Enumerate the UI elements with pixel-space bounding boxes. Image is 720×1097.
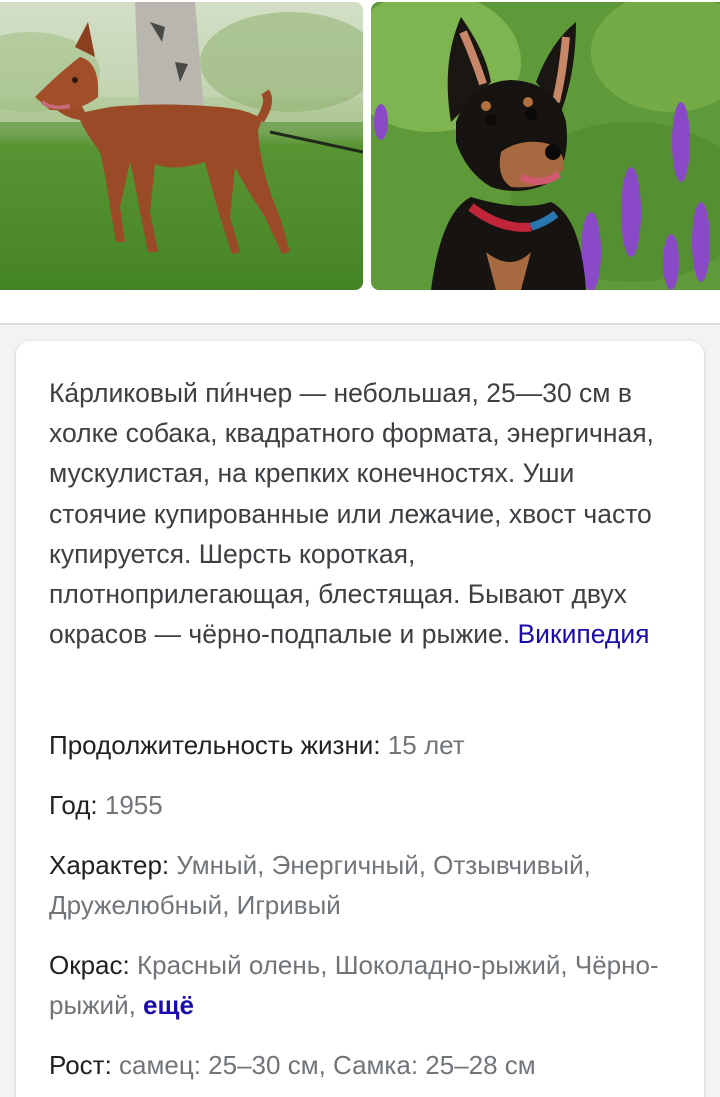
fact-coat-color: Окрас: Красный олень, Шоколадно-рыжий, Ч… [49,945,679,1025]
more-colors-link[interactable]: ещё [143,990,194,1020]
description-text: Ка́рликовый пи́нчер — небольшая, 25—30 с… [49,378,654,650]
fact-label: Окрас: [49,950,130,980]
fact-label: Рост: [49,1050,112,1080]
section-divider [0,323,720,325]
knowledge-panel-card: Ка́рликовый пи́нчер — небольшая, 25—30 с… [16,341,704,1097]
fact-value: 15 лет [387,730,465,760]
wikipedia-link[interactable]: Википедия [518,619,650,649]
fact-value: Красный олень, Шоколадно-рыжий, Чёрно-ры… [49,950,659,1020]
image-gallery [0,0,720,300]
gallery-image-red-pinscher[interactable] [0,2,363,290]
fact-value: самец: 25–30 см, Самка: 25–28 см [119,1050,536,1080]
red-pinscher-photo [0,2,363,290]
fact-label: Продолжительность жизни: [49,730,381,760]
fact-character: Характер: Умный, Энергичный, Отзывчивый,… [49,845,679,925]
search-result-page: Ка́рликовый пи́нчер — небольшая, 25—30 с… [0,0,720,1097]
fact-label: Характер: [49,850,170,880]
gallery-image-black-tan-pinscher[interactable] [371,2,720,290]
fact-life-expectancy: Продолжительность жизни: 15 лет [49,725,679,765]
fact-label: Год: [49,790,98,820]
fact-value: 1955 [104,790,163,820]
fact-year: Год: 1955 [49,785,679,825]
gallery-spacer [0,300,720,323]
black-tan-pinscher-photo [371,2,720,290]
fact-height: Рост: самец: 25–30 см, Самка: 25–28 см [49,1045,679,1085]
breed-description: Ка́рликовый пи́нчер — небольшая, 25—30 с… [49,373,679,654]
